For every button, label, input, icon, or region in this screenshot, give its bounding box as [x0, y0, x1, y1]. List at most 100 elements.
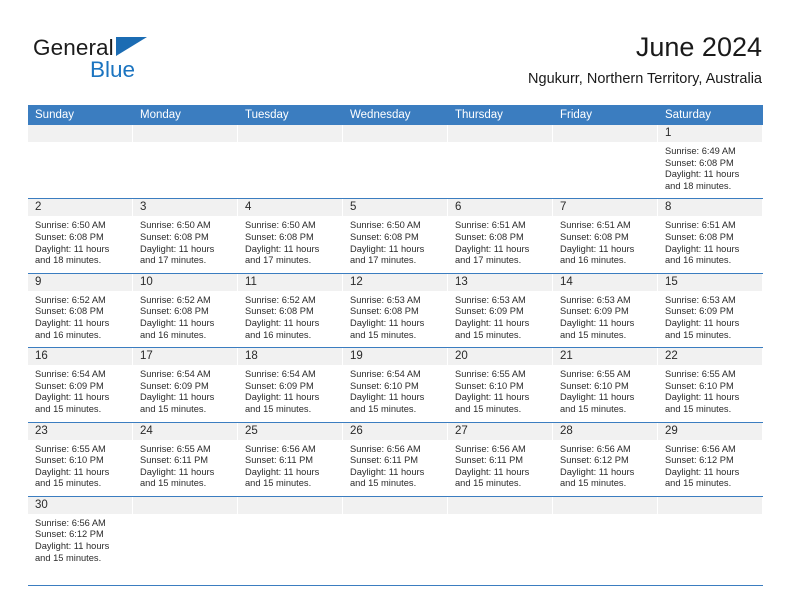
daylight-text-line2: and 15 minutes. [350, 329, 417, 340]
calendar-day-cell[interactable]: 9 Sunrise: 6:52 AM Sunset: 6:08 PM Daylight… [28, 273, 133, 348]
calendar-day-cell[interactable]: 8 Sunrise: 6:51 AM Sunset: 6:08 PM Daylight… [658, 199, 763, 273]
calendar-day-cell[interactable]: 11 Sunrise: 6:52 AM Sunset: 6:08 PM Dayligh… [238, 273, 343, 348]
calendar-day-cell-empty [238, 496, 343, 585]
day-number: 3 [133, 199, 238, 217]
day-details: Sunrise: 6:50 AM Sunset: 6:08 PM Daylight:… [238, 216, 343, 272]
calendar-day-cell[interactable]: 15 Sunrise: 6:53 AM Sunset: 6:09 PM Dayligh… [658, 273, 763, 348]
day-number: 23 [28, 422, 133, 440]
calendar-day-cell[interactable]: 18 Sunrise: 6:54 AM Sunset: 6:09 PM Dayligh… [238, 348, 343, 422]
sunset-text: Sunset: 6:12 PM [560, 455, 629, 466]
daylight-text-line1: Daylight: 11 hours [350, 392, 425, 403]
sunrise-text: Sunrise: 6:52 AM [35, 294, 106, 305]
day-number [28, 125, 133, 142]
daylight-text-line1: Daylight: 11 hours [35, 243, 110, 254]
general-blue-logo: General Blue [33, 35, 213, 93]
calendar-day-cell[interactable]: 19 Sunrise: 6:54 AM Sunset: 6:10 PM Dayligh… [343, 348, 448, 422]
day-number [553, 125, 658, 142]
calendar-day-cell[interactable]: 24 Sunrise: 6:55 AM Sunset: 6:11 PM Dayligh… [133, 422, 238, 496]
sunset-text: Sunset: 6:11 PM [140, 455, 209, 466]
day-details: Sunrise: 6:53 AM Sunset: 6:09 PM Daylight:… [553, 291, 658, 347]
calendar-day-cell[interactable]: 17 Sunrise: 6:54 AM Sunset: 6:09 PM Dayligh… [133, 348, 238, 422]
calendar-day-cell[interactable]: 27 Sunrise: 6:56 AM Sunset: 6:11 PM Dayligh… [448, 422, 553, 496]
daylight-text-line2: and 15 minutes. [560, 403, 627, 414]
day-number: 13 [448, 273, 553, 291]
day-details: Sunrise: 6:53 AM Sunset: 6:09 PM Daylight:… [448, 291, 553, 347]
daylight-text-line1: Daylight: 11 hours [665, 392, 740, 403]
calendar-day-cell[interactable]: 5 Sunrise: 6:50 AM Sunset: 6:08 PM Daylight… [343, 199, 448, 273]
calendar-day-cell[interactable]: 6 Sunrise: 6:51 AM Sunset: 6:08 PM Daylight… [448, 199, 553, 273]
day-details: Sunrise: 6:55 AM Sunset: 6:10 PM Daylight:… [658, 365, 763, 421]
sunset-text: Sunset: 6:09 PM [560, 306, 629, 317]
day-details: Sunrise: 6:55 AM Sunset: 6:11 PM Daylight:… [133, 440, 238, 496]
sunrise-text: Sunrise: 6:53 AM [665, 294, 736, 305]
calendar-day-cell[interactable]: 22 Sunrise: 6:55 AM Sunset: 6:10 PM Dayligh… [658, 348, 763, 422]
calendar-day-cell[interactable]: 16 Sunrise: 6:54 AM Sunset: 6:09 PM Dayligh… [28, 348, 133, 422]
sunrise-text: Sunrise: 6:54 AM [140, 369, 211, 380]
calendar-day-cell[interactable]: 3 Sunrise: 6:50 AM Sunset: 6:08 PM Daylight… [133, 199, 238, 273]
blue-triangle-flag-icon [116, 37, 147, 56]
daylight-text-line1: Daylight: 11 hours [35, 541, 110, 552]
day-number [343, 496, 448, 514]
daylight-text-line1: Daylight: 11 hours [560, 466, 635, 477]
calendar-week-row: 30 Sunrise: 6:56 AM Sunset: 6:12 PM Dayligh… [28, 496, 763, 586]
daylight-text-line2: and 15 minutes. [455, 403, 522, 414]
daylight-text-line1: Daylight: 11 hours [455, 243, 530, 254]
sunrise-text: Sunrise: 6:51 AM [665, 220, 736, 231]
day-number [343, 125, 448, 142]
sunrise-text: Sunrise: 6:51 AM [455, 220, 526, 231]
calendar-day-cell[interactable]: 29 Sunrise: 6:56 AM Sunset: 6:12 PM Dayligh… [658, 422, 763, 496]
sunset-text: Sunset: 6:08 PM [35, 306, 104, 317]
calendar-day-cell[interactable]: 4 Sunrise: 6:50 AM Sunset: 6:08 PM Daylight… [238, 199, 343, 273]
page-title: June 2024 [635, 32, 762, 62]
day-number: 25 [238, 422, 343, 440]
daylight-text-line2: and 17 minutes. [140, 255, 207, 266]
calendar-day-cell[interactable]: 28 Sunrise: 6:56 AM Sunset: 6:12 PM Dayligh… [553, 422, 658, 496]
calendar-day-cell[interactable]: 12 Sunrise: 6:53 AM Sunset: 6:08 PM Dayligh… [343, 273, 448, 348]
daylight-text-line2: and 15 minutes. [140, 478, 207, 489]
day-number: 8 [658, 199, 763, 217]
daylight-text-line2: and 15 minutes. [560, 478, 627, 489]
day-number: 17 [133, 348, 238, 366]
sunrise-text: Sunrise: 6:50 AM [350, 220, 421, 231]
daylight-text-line2: and 16 minutes. [560, 255, 627, 266]
daylight-text-line2: and 15 minutes. [245, 478, 312, 489]
sunset-text: Sunset: 6:08 PM [140, 306, 209, 317]
calendar-day-cell[interactable]: 30 Sunrise: 6:56 AM Sunset: 6:12 PM Dayligh… [28, 496, 133, 585]
sunset-text: Sunset: 6:12 PM [35, 529, 104, 540]
daylight-text-line1: Daylight: 11 hours [455, 317, 530, 328]
daylight-text-line1: Daylight: 11 hours [455, 466, 530, 477]
day-number: 1 [658, 125, 763, 142]
sunrise-text: Sunrise: 6:52 AM [245, 294, 316, 305]
daylight-text-line1: Daylight: 11 hours [140, 466, 215, 477]
day-details: Sunrise: 6:54 AM Sunset: 6:10 PM Daylight:… [343, 365, 448, 421]
calendar-week-row: 9 Sunrise: 6:52 AM Sunset: 6:08 PM Daylight… [28, 273, 763, 349]
sunset-text: Sunset: 6:11 PM [350, 455, 419, 466]
day-number: 26 [343, 422, 448, 440]
calendar-day-cell[interactable]: 14 Sunrise: 6:53 AM Sunset: 6:09 PM Dayligh… [553, 273, 658, 348]
day-details: Sunrise: 6:50 AM Sunset: 6:08 PM Daylight:… [343, 216, 448, 272]
calendar-day-cell[interactable]: 7 Sunrise: 6:51 AM Sunset: 6:08 PM Daylight… [553, 199, 658, 273]
day-details: Sunrise: 6:52 AM Sunset: 6:08 PM Daylight:… [28, 291, 133, 347]
calendar-day-cell[interactable]: 10 Sunrise: 6:52 AM Sunset: 6:08 PM Dayligh… [133, 273, 238, 348]
calendar-day-cell[interactable]: 23 Sunrise: 6:55 AM Sunset: 6:10 PM Dayligh… [28, 422, 133, 496]
calendar-day-cell[interactable]: 26 Sunrise: 6:56 AM Sunset: 6:11 PM Dayligh… [343, 422, 448, 496]
calendar-day-cell[interactable]: 21 Sunrise: 6:55 AM Sunset: 6:10 PM Dayligh… [553, 348, 658, 422]
calendar-day-cell[interactable]: 13 Sunrise: 6:53 AM Sunset: 6:09 PM Dayligh… [448, 273, 553, 348]
day-number: 29 [658, 422, 763, 440]
day-details: Sunrise: 6:54 AM Sunset: 6:09 PM Daylight:… [238, 365, 343, 421]
weekday-header-row: Sunday Monday Tuesday Wednesday Thursday… [28, 105, 763, 125]
sunrise-text: Sunrise: 6:56 AM [350, 443, 421, 454]
calendar-day-cell[interactable]: 1 Sunrise: 6:49 AM Sunset: 6:08 PM Daylight… [658, 125, 763, 199]
daylight-text-line1: Daylight: 11 hours [665, 169, 740, 180]
calendar-day-cell[interactable]: 25 Sunrise: 6:56 AM Sunset: 6:11 PM Dayligh… [238, 422, 343, 496]
calendar-day-cell[interactable]: 20 Sunrise: 6:55 AM Sunset: 6:10 PM Dayligh… [448, 348, 553, 422]
calendar-day-cell[interactable]: 2 Sunrise: 6:50 AM Sunset: 6:08 PM Daylight… [28, 199, 133, 273]
title-block: June 2024 Ngukurr, Northern Territory, A… [528, 30, 762, 90]
daylight-text-line1: Daylight: 11 hours [140, 243, 215, 254]
daylight-text-line2: and 15 minutes. [665, 403, 732, 414]
daylight-text-line1: Daylight: 11 hours [140, 392, 215, 403]
day-details: Sunrise: 6:56 AM Sunset: 6:12 PM Daylight:… [28, 514, 133, 570]
calendar-week-row: 23 Sunrise: 6:55 AM Sunset: 6:10 PM Dayligh… [28, 422, 763, 497]
sunset-text: Sunset: 6:10 PM [455, 380, 524, 391]
sunset-text: Sunset: 6:10 PM [665, 380, 734, 391]
